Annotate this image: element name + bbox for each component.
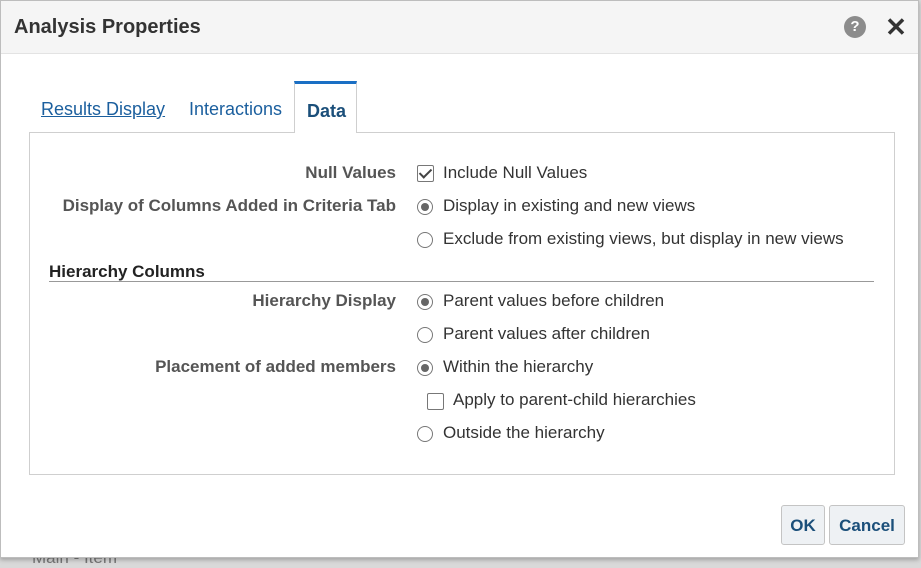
- tab-interactions[interactable]: Interactions: [189, 99, 282, 120]
- section-divider: [49, 281, 874, 282]
- within-hierarchy-radio[interactable]: [417, 360, 433, 376]
- tab-results-display[interactable]: Results Display: [41, 99, 165, 120]
- display-existing-new-label: Display in existing and new views: [443, 196, 696, 215]
- hierarchy-display-label: Hierarchy Display: [252, 291, 396, 310]
- outside-hierarchy-label: Outside the hierarchy: [443, 423, 605, 442]
- apply-parent-child-checkbox[interactable]: [427, 393, 444, 410]
- parent-after-children-radio[interactable]: [417, 327, 433, 343]
- tab-data-label: Data: [307, 101, 347, 121]
- dialog-header: Analysis Properties ? ✕: [1, 1, 918, 54]
- exclude-existing-label: Exclude from existing views, but display…: [443, 229, 844, 248]
- display-existing-new-radio[interactable]: [417, 199, 433, 215]
- parent-before-children-label: Parent values before children: [443, 291, 665, 310]
- analysis-properties-dialog: Analysis Properties ? ✕ Results Display …: [0, 0, 919, 558]
- hierarchy-columns-heading: Hierarchy Columns: [49, 262, 205, 281]
- apply-parent-child-label: Apply to parent-child hierarchies: [453, 390, 696, 409]
- cancel-button[interactable]: Cancel: [829, 505, 905, 545]
- parent-before-children-radio[interactable]: [417, 294, 433, 310]
- outside-hierarchy-radio[interactable]: [417, 426, 433, 442]
- dialog-title: Analysis Properties: [14, 16, 201, 38]
- null-values-label: Null Values: [305, 163, 396, 182]
- include-null-values-label: Include Null Values: [443, 163, 588, 182]
- close-icon[interactable]: ✕: [884, 13, 908, 41]
- criteria-columns-label: Display of Columns Added in Criteria Tab: [62, 196, 396, 215]
- parent-after-children-label: Parent values after children: [443, 324, 650, 343]
- help-icon[interactable]: ?: [844, 16, 866, 38]
- exclude-existing-radio[interactable]: [417, 232, 433, 248]
- ok-button[interactable]: OK: [781, 505, 825, 545]
- include-null-values-checkbox[interactable]: [417, 165, 434, 182]
- within-hierarchy-label: Within the hierarchy: [443, 357, 594, 376]
- tab-data[interactable]: Data: [294, 81, 357, 133]
- placement-label: Placement of added members: [155, 357, 396, 376]
